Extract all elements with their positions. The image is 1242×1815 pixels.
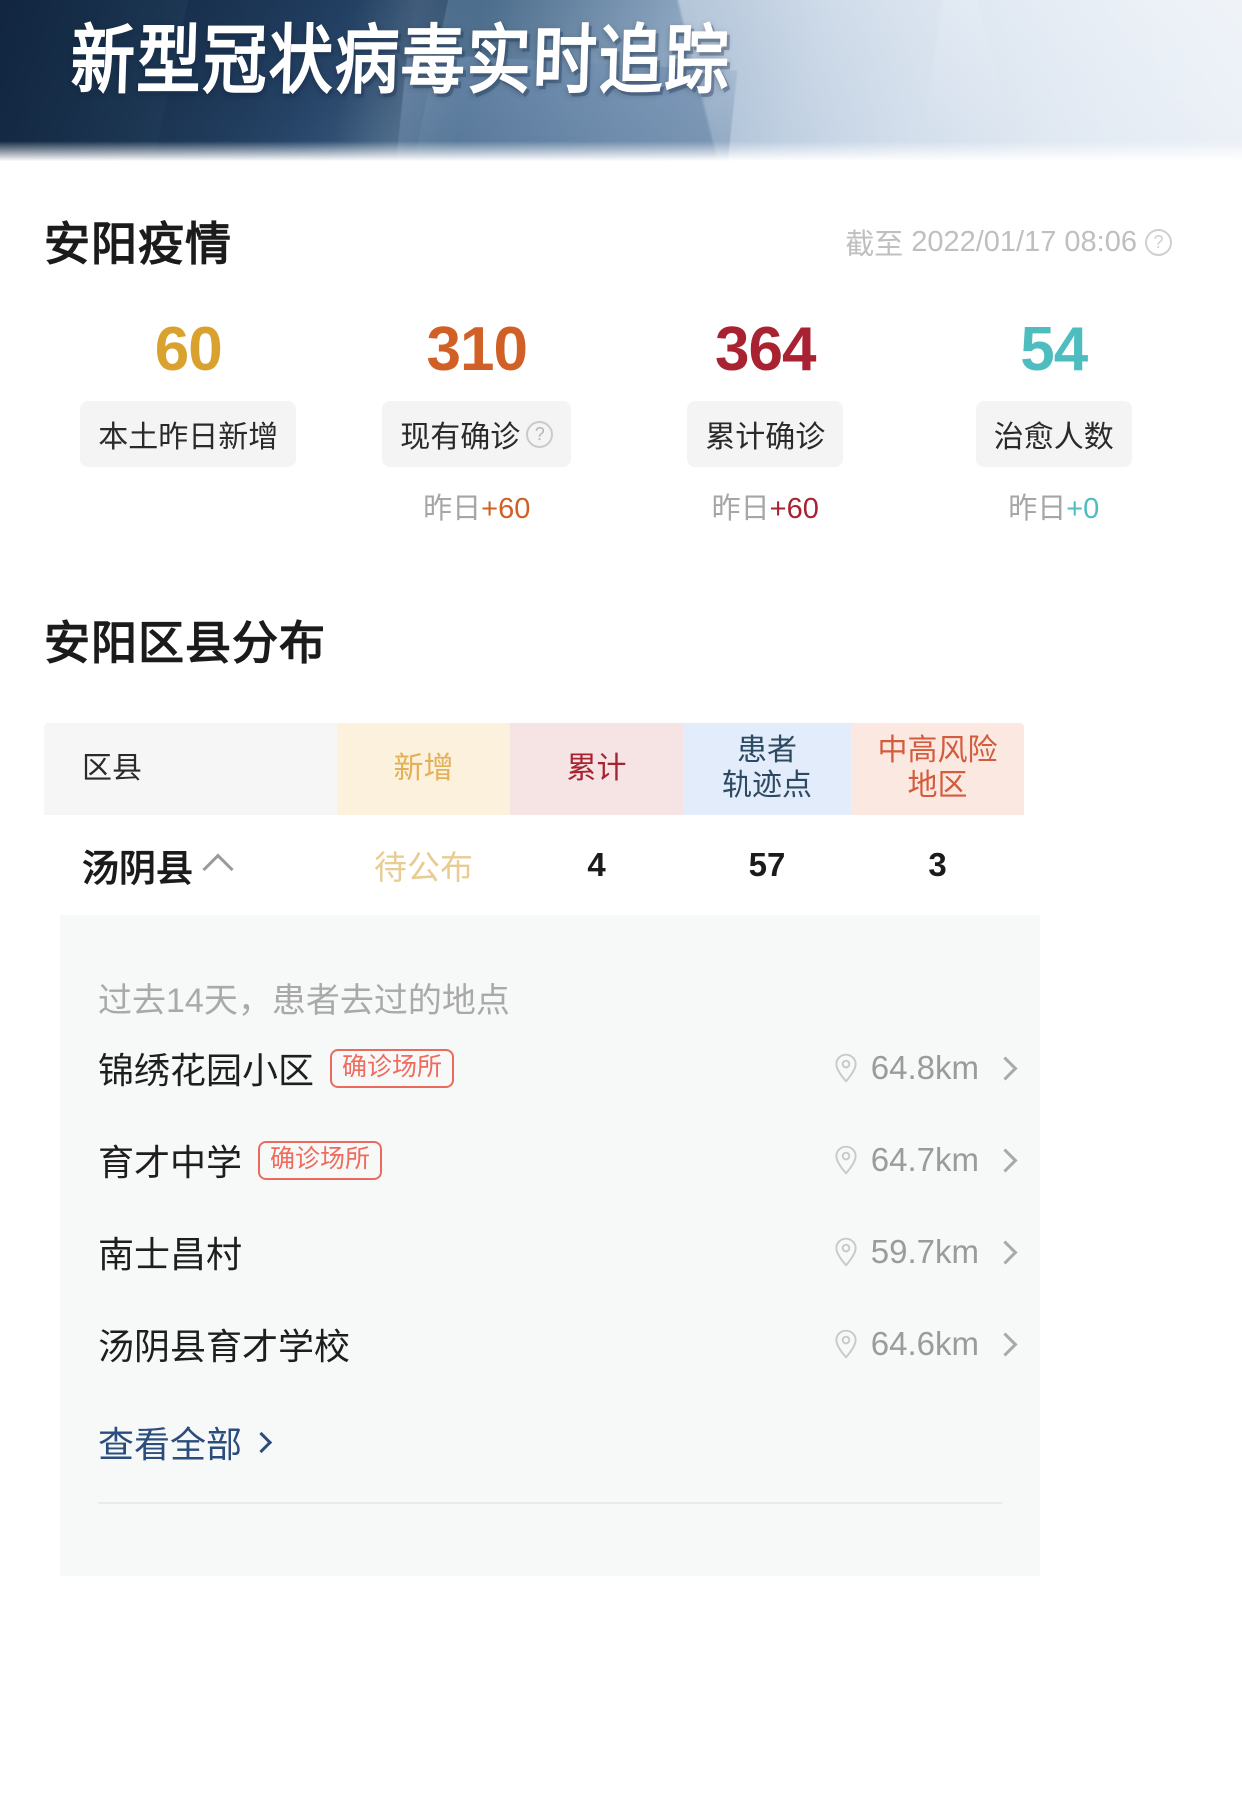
cell-total-cases: 4	[587, 846, 606, 883]
cell-district[interactable]: 汤阴县	[44, 838, 337, 892]
list-item[interactable]: 锦绣花园小区 确诊场所 64.8km	[60, 1022, 1040, 1114]
chevron-right-icon	[250, 1431, 273, 1453]
question-circle-icon[interactable]: ?	[526, 420, 554, 448]
stat-label-text: 治愈人数	[993, 421, 1114, 454]
stat-label-chip: 现有确诊 ?	[382, 401, 572, 467]
stat-label-text: 累计确诊	[705, 421, 826, 454]
status-badge: 确诊场所	[330, 1048, 455, 1088]
stat-delta-value: +0	[1066, 493, 1100, 525]
stat-label-chip: 累计确诊	[687, 401, 844, 467]
stat-delta: 昨日+0	[1008, 485, 1099, 525]
stats-grid: 60 本土昨日新增 310 现有确诊 ? 昨日+60 364 累计确诊 昨日+6…	[44, 315, 1199, 525]
panel-bottom-space	[60, 1504, 1040, 1576]
stat-label-chip: 治愈人数	[975, 401, 1132, 467]
location-distance-group: 64.8km	[833, 1049, 1018, 1087]
district-name: 汤阴县	[82, 848, 193, 889]
stat-value: 364	[715, 315, 816, 384]
status-badge: 确诊场所	[258, 1140, 383, 1180]
stat-value: 310	[426, 315, 528, 384]
list-item[interactable]: 南士昌村 59.7km	[60, 1206, 1040, 1298]
stat-card-active-confirmed: 310 现有确诊 ? 昨日+60	[333, 315, 622, 525]
stat-label-text: 现有确诊	[400, 421, 521, 454]
hero-bottom-fade	[0, 141, 1242, 163]
column-header-label: 患者 轨迹点	[722, 734, 812, 802]
location-distance: 59.7km	[870, 1233, 979, 1270]
stat-delta-prefix: 昨日	[1008, 493, 1067, 525]
location-name: 南士昌村	[98, 1234, 243, 1275]
stat-label-chip: 本土昨日新增	[80, 401, 297, 467]
column-header-label: 中高风险 地区	[877, 734, 998, 802]
map-pin-icon	[833, 1053, 859, 1083]
location-distance: 64.8km	[870, 1049, 979, 1086]
list-item[interactable]: 育才中学 确诊场所 64.7km	[60, 1114, 1040, 1206]
question-circle-icon[interactable]: ?	[1145, 228, 1172, 256]
column-header-risk-areas: 中高风险 地区	[851, 723, 1024, 815]
column-header-label: 累计	[566, 751, 627, 785]
cell-track-points: 57	[748, 846, 786, 883]
list-item[interactable]: 汤阴县育才学校 64.6km	[60, 1298, 1040, 1390]
as-of-value: 2022/01/17 08:06	[911, 225, 1137, 258]
chevron-up-icon[interactable]	[202, 853, 234, 885]
page-content: 安阳疫情 截至 2022/01/17 08:06 ? 60 本土昨日新增 310…	[0, 163, 1242, 1576]
chevron-right-icon[interactable]	[993, 1239, 1018, 1265]
column-header-new: 新增	[337, 723, 510, 815]
column-header-total: 累计	[510, 723, 683, 815]
cell-new-cases: 待公布	[374, 849, 473, 886]
as-of-prefix: 截至	[845, 229, 904, 261]
stat-delta: 昨日+60	[712, 485, 819, 525]
stat-value: 54	[1020, 315, 1088, 384]
map-pin-icon	[833, 1145, 859, 1175]
district-table: 区县 新增 累计 患者 轨迹点 中高风险 地区 汤阴县 待公布 4 57 3	[44, 723, 1024, 915]
location-distance: 64.6km	[870, 1325, 979, 1362]
stat-card-recovered: 54 治愈人数 昨日+0	[910, 315, 1199, 525]
hero-banner: 新型冠状病毒实时追踪	[0, 0, 1242, 163]
chevron-right-icon[interactable]	[993, 1055, 1018, 1081]
stat-delta-prefix: 昨日	[711, 493, 770, 525]
expanded-locations-panel: 过去14天，患者去过的地点 锦绣花园小区 确诊场所 64.8km 育才中学 确诊…	[60, 915, 1040, 1576]
panel-title: 过去14天，患者去过的地点	[98, 982, 510, 1020]
overview-header: 安阳疫情 截至 2022/01/17 08:06 ?	[44, 163, 1198, 267]
view-all-link[interactable]: 查看全部	[60, 1390, 1040, 1502]
table-row[interactable]: 汤阴县 待公布 4 57 3	[44, 815, 1024, 915]
chevron-right-icon[interactable]	[993, 1331, 1018, 1357]
page-title: 安阳疫情	[44, 218, 232, 270]
location-distance-group: 64.6km	[833, 1325, 1018, 1363]
stat-value: 60	[154, 315, 223, 384]
location-distance-group: 59.7km	[833, 1233, 1018, 1271]
stat-card-total-confirmed: 364 累计确诊 昨日+60	[621, 315, 910, 525]
column-header-track-points: 患者 轨迹点	[683, 723, 851, 815]
cell-risk-areas: 3	[928, 846, 947, 883]
map-pin-icon	[833, 1329, 859, 1359]
location-name: 育才中学	[98, 1142, 243, 1183]
stat-delta-value: +60	[769, 493, 819, 525]
distribution-title: 安阳区县分布	[44, 617, 326, 669]
stat-card-new-local: 60 本土昨日新增	[44, 319, 333, 519]
stat-delta-value: +60	[481, 493, 531, 525]
location-distance: 64.7km	[870, 1141, 979, 1178]
hero-title: 新型冠状病毒实时追踪	[69, 18, 733, 106]
stat-delta-prefix: 昨日	[423, 493, 482, 525]
location-name: 汤阴县育才学校	[98, 1326, 351, 1367]
as-of-timestamp: 截至 2022/01/17 08:06 ?	[845, 221, 1198, 267]
view-all-label: 查看全部	[98, 1424, 243, 1465]
location-distance-group: 64.7km	[833, 1141, 1018, 1179]
stat-delta: 昨日+60	[423, 485, 530, 525]
location-name: 锦绣花园小区	[98, 1050, 315, 1091]
column-header-label: 新增	[393, 751, 454, 785]
column-header-district: 区县	[44, 723, 337, 815]
column-header-label: 区县	[82, 751, 142, 785]
map-pin-icon	[833, 1237, 859, 1267]
chevron-right-icon[interactable]	[993, 1147, 1018, 1173]
stat-label-text: 本土昨日新增	[98, 421, 279, 454]
table-header-row: 区县 新增 累计 患者 轨迹点 中高风险 地区	[44, 723, 1024, 815]
